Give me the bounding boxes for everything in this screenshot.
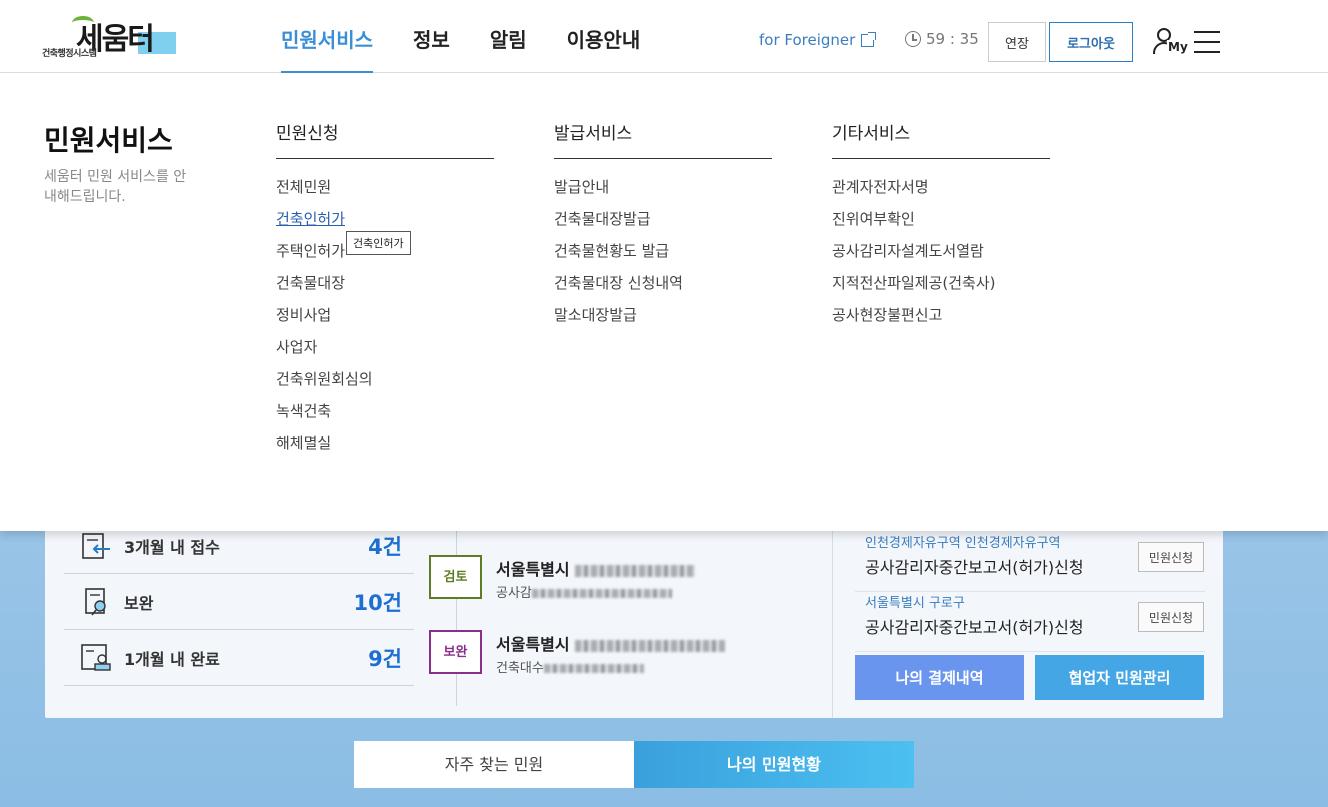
nav-info[interactable]: 정보 (413, 0, 450, 73)
mega-menu-title: 민원서비스 (44, 124, 173, 157)
tab-my-requests[interactable]: 나의 민원현황 (634, 741, 914, 788)
stat-supplement[interactable]: 보완 10건 (64, 574, 414, 630)
menu-item[interactable]: 해체멸실 (276, 433, 494, 465)
menu-item[interactable]: 건축물대장 (276, 273, 494, 305)
tooltip: 건축인허가 (346, 231, 411, 255)
header: 세움터 건축행정시스템 민원서비스 정보 알림 이용안내 for Foreign… (0, 0, 1328, 73)
case-title[interactable]: 서울특별시 (496, 556, 696, 580)
tab-frequent-requests[interactable]: 자주 찾는 민원 (354, 741, 634, 788)
case-subtitle: 공사감 (496, 582, 672, 601)
menu-item[interactable]: 녹색건축 (276, 401, 494, 433)
divider (832, 531, 833, 718)
stat-label: 3개월 내 접수 (124, 537, 220, 557)
case-sub-text: 건축대수 (496, 661, 544, 676)
menu-item[interactable]: 정비사업 (276, 305, 494, 337)
menu-item[interactable]: 공사감리자설계도서열람 (832, 241, 1050, 273)
menu-item[interactable]: 건축물대장발급 (554, 209, 772, 241)
redacted-text (575, 639, 726, 652)
case-sub-text: 공사감 (496, 586, 532, 601)
stat-value: 4건 (368, 534, 402, 559)
my-label: My (1167, 40, 1188, 54)
menu-heading-issuance: 발급서비스 (554, 119, 772, 159)
nav-civil-service[interactable]: 민원서비스 (281, 0, 373, 73)
document-arrow-icon (80, 531, 114, 561)
menu-heading-other: 기타서비스 (832, 119, 1050, 159)
status-badge-supplement: 보완 (429, 630, 482, 674)
collaborator-management-button[interactable]: 협업자 민원관리 (1035, 655, 1204, 700)
redacted-text (543, 664, 644, 673)
request-region: 인천경제자유구역 인천경제자유구역 (865, 536, 1061, 551)
menu-item[interactable]: 말소대장발급 (554, 305, 772, 337)
request-item: 인천경제자유구역 인천경제자유구역 공사감리자중간보고서(허가)신청 민원신청 (855, 532, 1205, 592)
mega-menu: 민원서비스 세움터 민원 서비스를 안내해드립니다. 민원신청 전체민원 건축인… (0, 73, 1328, 531)
apply-request-button[interactable]: 민원신청 (1138, 602, 1204, 632)
request-item: 서울특별시 구로구 공사감리자중간보고서(허가)신청 민원신청 (855, 592, 1205, 652)
document-stamp-icon (80, 643, 114, 673)
nav-notice[interactable]: 알림 (490, 0, 527, 73)
stat-value: 9건 (368, 646, 402, 671)
foreigner-link-label: for Foreigner (759, 31, 856, 49)
logo[interactable]: 세움터 건축행정시스템 (42, 14, 182, 60)
menu-heading-apply: 민원신청 (276, 119, 494, 159)
stat-completed[interactable]: 1개월 내 완료 9건 (64, 630, 414, 686)
request-name: 공사감리자중간보고서(허가)신청 (865, 618, 1084, 637)
menu-column-other: 기타서비스 관계자전자서명 진위여부확인 공사감리자설계도서열람 지적전산파일제… (832, 119, 1050, 337)
my-page-icon[interactable]: My (1153, 26, 1188, 58)
menu-column-issuance: 발급서비스 발급안내 건축물대장발급 건축물현황도 발급 건축물대장 신청내역 … (554, 119, 772, 337)
case-title-text: 서울특별시 (496, 635, 570, 654)
redacted-text (575, 564, 696, 577)
menu-item[interactable]: 지적전산파일제공(건축사) (832, 273, 1050, 305)
document-search-icon (80, 587, 114, 617)
foreigner-link[interactable]: for Foreigner (759, 31, 877, 49)
logo-subtitle: 건축행정시스템 (42, 49, 97, 59)
menu-item[interactable]: 건축물현황도 발급 (554, 241, 772, 273)
menu-column-apply: 민원신청 전체민원 건축인허가 주택인허가 건축물대장 정비사업 사업자 건축위… (276, 119, 494, 465)
logout-button[interactable]: 로그아웃 (1049, 22, 1133, 62)
session-timer: 59 : 35 (905, 30, 979, 48)
hamburger-menu-icon[interactable] (1194, 31, 1220, 53)
external-link-icon (861, 31, 877, 47)
extend-session-button[interactable]: 연장 (988, 22, 1046, 62)
case-subtitle: 건축대수 (496, 657, 644, 676)
menu-item[interactable]: 공사현장불편신고 (832, 305, 1050, 337)
timer-value: 59 : 35 (926, 30, 979, 48)
alarm-clock-icon (905, 31, 921, 47)
case-title[interactable]: 서울특별시 (496, 631, 726, 655)
stat-value: 10건 (353, 590, 402, 615)
request-region: 서울특별시 구로구 (865, 596, 965, 611)
case-title-text: 서울특별시 (496, 560, 570, 579)
my-payments-button[interactable]: 나의 결제내역 (855, 655, 1024, 700)
request-name: 공사감리자중간보고서(허가)신청 (865, 558, 1084, 577)
redacted-text (531, 589, 672, 598)
apply-request-button[interactable]: 민원신청 (1138, 542, 1204, 572)
menu-item[interactable]: 발급안내 (554, 177, 772, 209)
menu-item[interactable]: 진위여부확인 (832, 209, 1050, 241)
main-nav: 민원서비스 정보 알림 이용안내 (281, 0, 680, 73)
stat-label: 1개월 내 완료 (124, 649, 220, 669)
nav-guide[interactable]: 이용안내 (567, 0, 641, 73)
stat-label: 보완 (124, 593, 154, 613)
menu-item[interactable]: 사업자 (276, 337, 494, 369)
mega-menu-description: 세움터 민원 서비스를 안내해드립니다. (44, 169, 187, 205)
menu-item[interactable]: 관계자전자서명 (832, 177, 1050, 209)
menu-item[interactable]: 전체민원 (276, 177, 494, 209)
menu-item[interactable]: 건축위원회심의 (276, 369, 494, 401)
menu-item[interactable]: 건축물대장 신청내역 (554, 273, 772, 305)
status-badge-review: 검토 (429, 555, 482, 599)
